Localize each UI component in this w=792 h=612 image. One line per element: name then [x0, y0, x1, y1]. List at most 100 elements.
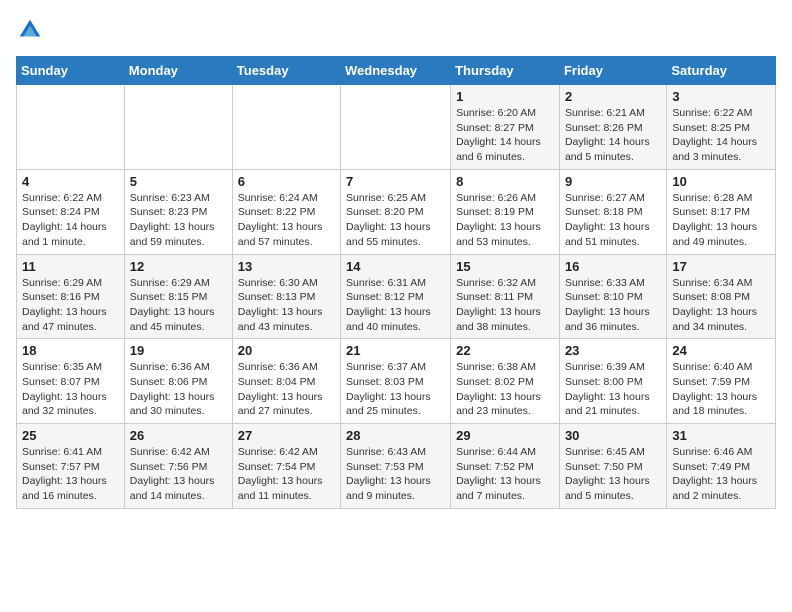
- calendar-day-cell: 6 Sunrise: 6:24 AM Sunset: 8:22 PM Daylig…: [232, 169, 340, 254]
- day-info: Sunrise: 6:28 AM Sunset: 8:17 PM Dayligh…: [672, 191, 770, 250]
- day-number: 14: [346, 259, 445, 274]
- day-number: 25: [22, 428, 119, 443]
- calendar-day-cell: 29 Sunrise: 6:44 AM Sunset: 7:52 PM Dayli…: [451, 424, 560, 509]
- day-info: Sunrise: 6:36 AM Sunset: 8:04 PM Dayligh…: [238, 360, 335, 419]
- day-number: 12: [130, 259, 227, 274]
- calendar-day-cell: 21 Sunrise: 6:37 AM Sunset: 8:03 PM Dayli…: [341, 339, 451, 424]
- day-number: 15: [456, 259, 554, 274]
- day-of-week-header: Monday: [124, 57, 232, 85]
- day-info: Sunrise: 6:24 AM Sunset: 8:22 PM Dayligh…: [238, 191, 335, 250]
- calendar-week-row: 11Sunrise: 6:29 AM Sunset: 8:16 PM Dayli…: [17, 254, 776, 339]
- calendar-body: 1Sunrise: 6:20 AM Sunset: 8:27 PM Daylig…: [17, 85, 776, 509]
- day-info: Sunrise: 6:25 AM Sunset: 8:20 PM Dayligh…: [346, 191, 445, 250]
- day-number: 21: [346, 343, 445, 358]
- calendar-day-cell: 11Sunrise: 6:29 AM Sunset: 8:16 PM Dayli…: [17, 254, 125, 339]
- day-info: Sunrise: 6:36 AM Sunset: 8:06 PM Dayligh…: [130, 360, 227, 419]
- day-number: 4: [22, 174, 119, 189]
- calendar-day-cell: 16 Sunrise: 6:33 AM Sunset: 8:10 PM Dayli…: [559, 254, 666, 339]
- logo-icon: [16, 16, 44, 44]
- day-number: 27: [238, 428, 335, 443]
- day-info: Sunrise: 6:21 AM Sunset: 8:26 PM Dayligh…: [565, 106, 661, 165]
- day-info: Sunrise: 6:42 AM Sunset: 7:54 PM Dayligh…: [238, 445, 335, 504]
- calendar-day-cell: 22Sunrise: 6:38 AM Sunset: 8:02 PM Dayli…: [451, 339, 560, 424]
- calendar-day-cell: 13 Sunrise: 6:30 AM Sunset: 8:13 PM Dayli…: [232, 254, 340, 339]
- day-of-week-header: Friday: [559, 57, 666, 85]
- day-number: 9: [565, 174, 661, 189]
- calendar-day-cell: 15 Sunrise: 6:32 AM Sunset: 8:11 PM Dayli…: [451, 254, 560, 339]
- day-info: Sunrise: 6:35 AM Sunset: 8:07 PM Dayligh…: [22, 360, 119, 419]
- day-info: Sunrise: 6:22 AM Sunset: 8:24 PM Dayligh…: [22, 191, 119, 250]
- day-info: Sunrise: 6:31 AM Sunset: 8:12 PM Dayligh…: [346, 276, 445, 335]
- calendar-day-cell: 30 Sunrise: 6:45 AM Sunset: 7:50 PM Dayli…: [559, 424, 666, 509]
- calendar-day-cell: 19 Sunrise: 6:36 AM Sunset: 8:06 PM Dayli…: [124, 339, 232, 424]
- day-number: 18: [22, 343, 119, 358]
- day-number: 29: [456, 428, 554, 443]
- calendar-week-row: 1Sunrise: 6:20 AM Sunset: 8:27 PM Daylig…: [17, 85, 776, 170]
- day-info: Sunrise: 6:40 AM Sunset: 7:59 PM Dayligh…: [672, 360, 770, 419]
- day-number: 1: [456, 89, 554, 104]
- day-number: 13: [238, 259, 335, 274]
- calendar-day-cell: 14 Sunrise: 6:31 AM Sunset: 8:12 PM Dayli…: [341, 254, 451, 339]
- day-number: 19: [130, 343, 227, 358]
- calendar-day-cell: [124, 85, 232, 170]
- header: [16, 16, 776, 44]
- calendar-day-cell: 27 Sunrise: 6:42 AM Sunset: 7:54 PM Dayli…: [232, 424, 340, 509]
- day-number: 6: [238, 174, 335, 189]
- calendar-week-row: 4 Sunrise: 6:22 AM Sunset: 8:24 PM Daylig…: [17, 169, 776, 254]
- day-number: 20: [238, 343, 335, 358]
- day-info: Sunrise: 6:33 AM Sunset: 8:10 PM Dayligh…: [565, 276, 661, 335]
- day-info: Sunrise: 6:30 AM Sunset: 8:13 PM Dayligh…: [238, 276, 335, 335]
- calendar-day-cell: 24 Sunrise: 6:40 AM Sunset: 7:59 PM Dayli…: [667, 339, 776, 424]
- day-number: 31: [672, 428, 770, 443]
- day-info: Sunrise: 6:37 AM Sunset: 8:03 PM Dayligh…: [346, 360, 445, 419]
- day-info: Sunrise: 6:43 AM Sunset: 7:53 PM Dayligh…: [346, 445, 445, 504]
- day-of-week-header: Saturday: [667, 57, 776, 85]
- calendar-day-cell: 9 Sunrise: 6:27 AM Sunset: 8:18 PM Daylig…: [559, 169, 666, 254]
- day-info: Sunrise: 6:29 AM Sunset: 8:16 PM Dayligh…: [22, 276, 119, 335]
- calendar-day-cell: 5 Sunrise: 6:23 AM Sunset: 8:23 PM Daylig…: [124, 169, 232, 254]
- day-number: 22: [456, 343, 554, 358]
- day-number: 23: [565, 343, 661, 358]
- calendar-day-cell: 2 Sunrise: 6:21 AM Sunset: 8:26 PM Daylig…: [559, 85, 666, 170]
- day-number: 24: [672, 343, 770, 358]
- day-info: Sunrise: 6:26 AM Sunset: 8:19 PM Dayligh…: [456, 191, 554, 250]
- day-number: 8: [456, 174, 554, 189]
- day-number: 26: [130, 428, 227, 443]
- day-info: Sunrise: 6:32 AM Sunset: 8:11 PM Dayligh…: [456, 276, 554, 335]
- day-of-week-header: Tuesday: [232, 57, 340, 85]
- calendar-day-cell: 23 Sunrise: 6:39 AM Sunset: 8:00 PM Dayli…: [559, 339, 666, 424]
- calendar-day-cell: 3 Sunrise: 6:22 AM Sunset: 8:25 PM Daylig…: [667, 85, 776, 170]
- calendar-day-cell: 12Sunrise: 6:29 AM Sunset: 8:15 PM Dayli…: [124, 254, 232, 339]
- day-number: 3: [672, 89, 770, 104]
- calendar-day-cell: 26 Sunrise: 6:42 AM Sunset: 7:56 PM Dayli…: [124, 424, 232, 509]
- day-number: 16: [565, 259, 661, 274]
- day-of-week-header: Wednesday: [341, 57, 451, 85]
- calendar-day-cell: 4 Sunrise: 6:22 AM Sunset: 8:24 PM Daylig…: [17, 169, 125, 254]
- day-info: Sunrise: 6:39 AM Sunset: 8:00 PM Dayligh…: [565, 360, 661, 419]
- calendar-week-row: 25Sunrise: 6:41 AM Sunset: 7:57 PM Dayli…: [17, 424, 776, 509]
- calendar-table: SundayMondayTuesdayWednesdayThursdayFrid…: [16, 56, 776, 509]
- day-info: Sunrise: 6:46 AM Sunset: 7:49 PM Dayligh…: [672, 445, 770, 504]
- day-info: Sunrise: 6:22 AM Sunset: 8:25 PM Dayligh…: [672, 106, 770, 165]
- day-info: Sunrise: 6:27 AM Sunset: 8:18 PM Dayligh…: [565, 191, 661, 250]
- day-number: 2: [565, 89, 661, 104]
- day-info: Sunrise: 6:42 AM Sunset: 7:56 PM Dayligh…: [130, 445, 227, 504]
- day-number: 30: [565, 428, 661, 443]
- calendar-day-cell: 1Sunrise: 6:20 AM Sunset: 8:27 PM Daylig…: [451, 85, 560, 170]
- calendar-day-cell: 8 Sunrise: 6:26 AM Sunset: 8:19 PM Daylig…: [451, 169, 560, 254]
- day-info: Sunrise: 6:34 AM Sunset: 8:08 PM Dayligh…: [672, 276, 770, 335]
- day-info: Sunrise: 6:44 AM Sunset: 7:52 PM Dayligh…: [456, 445, 554, 504]
- day-number: 7: [346, 174, 445, 189]
- day-number: 28: [346, 428, 445, 443]
- calendar-day-cell: 25Sunrise: 6:41 AM Sunset: 7:57 PM Dayli…: [17, 424, 125, 509]
- day-number: 17: [672, 259, 770, 274]
- calendar-day-cell: 17 Sunrise: 6:34 AM Sunset: 8:08 PM Dayli…: [667, 254, 776, 339]
- calendar-day-cell: 28 Sunrise: 6:43 AM Sunset: 7:53 PM Dayli…: [341, 424, 451, 509]
- day-info: Sunrise: 6:23 AM Sunset: 8:23 PM Dayligh…: [130, 191, 227, 250]
- day-info: Sunrise: 6:45 AM Sunset: 7:50 PM Dayligh…: [565, 445, 661, 504]
- calendar-day-cell: 7 Sunrise: 6:25 AM Sunset: 8:20 PM Daylig…: [341, 169, 451, 254]
- day-number: 5: [130, 174, 227, 189]
- day-number: 10: [672, 174, 770, 189]
- calendar-day-cell: [341, 85, 451, 170]
- calendar-header: SundayMondayTuesdayWednesdayThursdayFrid…: [17, 57, 776, 85]
